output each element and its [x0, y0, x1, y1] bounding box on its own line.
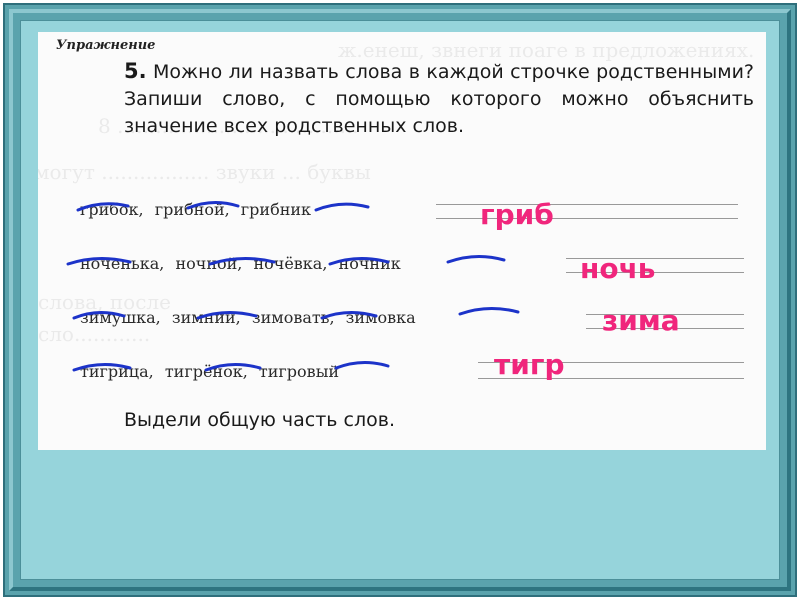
root-arc — [446, 255, 506, 264]
task-text: 5. Можно ли назвать слова в каждой строч… — [124, 58, 754, 140]
word: ночник — [338, 254, 401, 273]
word: зимовка — [345, 308, 416, 327]
word: грибок, — [80, 200, 144, 219]
answer-word-1: гриб — [480, 198, 554, 231]
answer-word-3: зима — [602, 304, 680, 337]
word: тигровый — [258, 362, 340, 381]
word: зимушка, — [80, 308, 161, 327]
word: тигрица, — [80, 362, 154, 381]
exercise-label: Упражнение — [56, 38, 156, 53]
answer-word-4: тигр — [494, 348, 565, 381]
word-row-4: тигрица, тигрёнок, тигровый — [80, 362, 339, 381]
answer-word-2: ночь — [580, 252, 656, 285]
word: ноченька, — [80, 254, 165, 273]
root-arc — [334, 361, 390, 370]
root-arc — [314, 202, 370, 212]
word: ночной, — [175, 254, 243, 273]
footer-instruction: Выдели общую часть слов. — [124, 409, 395, 431]
word-row-3: зимушка, зимний, зимовать, зимовка — [80, 308, 416, 327]
textbook-page: ж.енеш, звнеги поаге в предложениях. 8 .… — [38, 32, 766, 450]
word: зимовать, — [251, 308, 335, 327]
word: ночёвка, — [253, 254, 328, 273]
task-question: Можно ли назвать слова в каждой строчке … — [124, 61, 755, 137]
word-row-1: грибок, грибной, грибник — [80, 200, 311, 219]
word: зимний, — [171, 308, 241, 327]
word: грибник — [240, 200, 312, 219]
word-row-2: ноченька, ночной, ночёвка, ночник — [80, 254, 401, 273]
word: тигрёнок, — [164, 362, 248, 381]
task-number: 5. — [124, 59, 147, 83]
word: грибной, — [154, 200, 230, 219]
root-arc — [458, 307, 520, 316]
